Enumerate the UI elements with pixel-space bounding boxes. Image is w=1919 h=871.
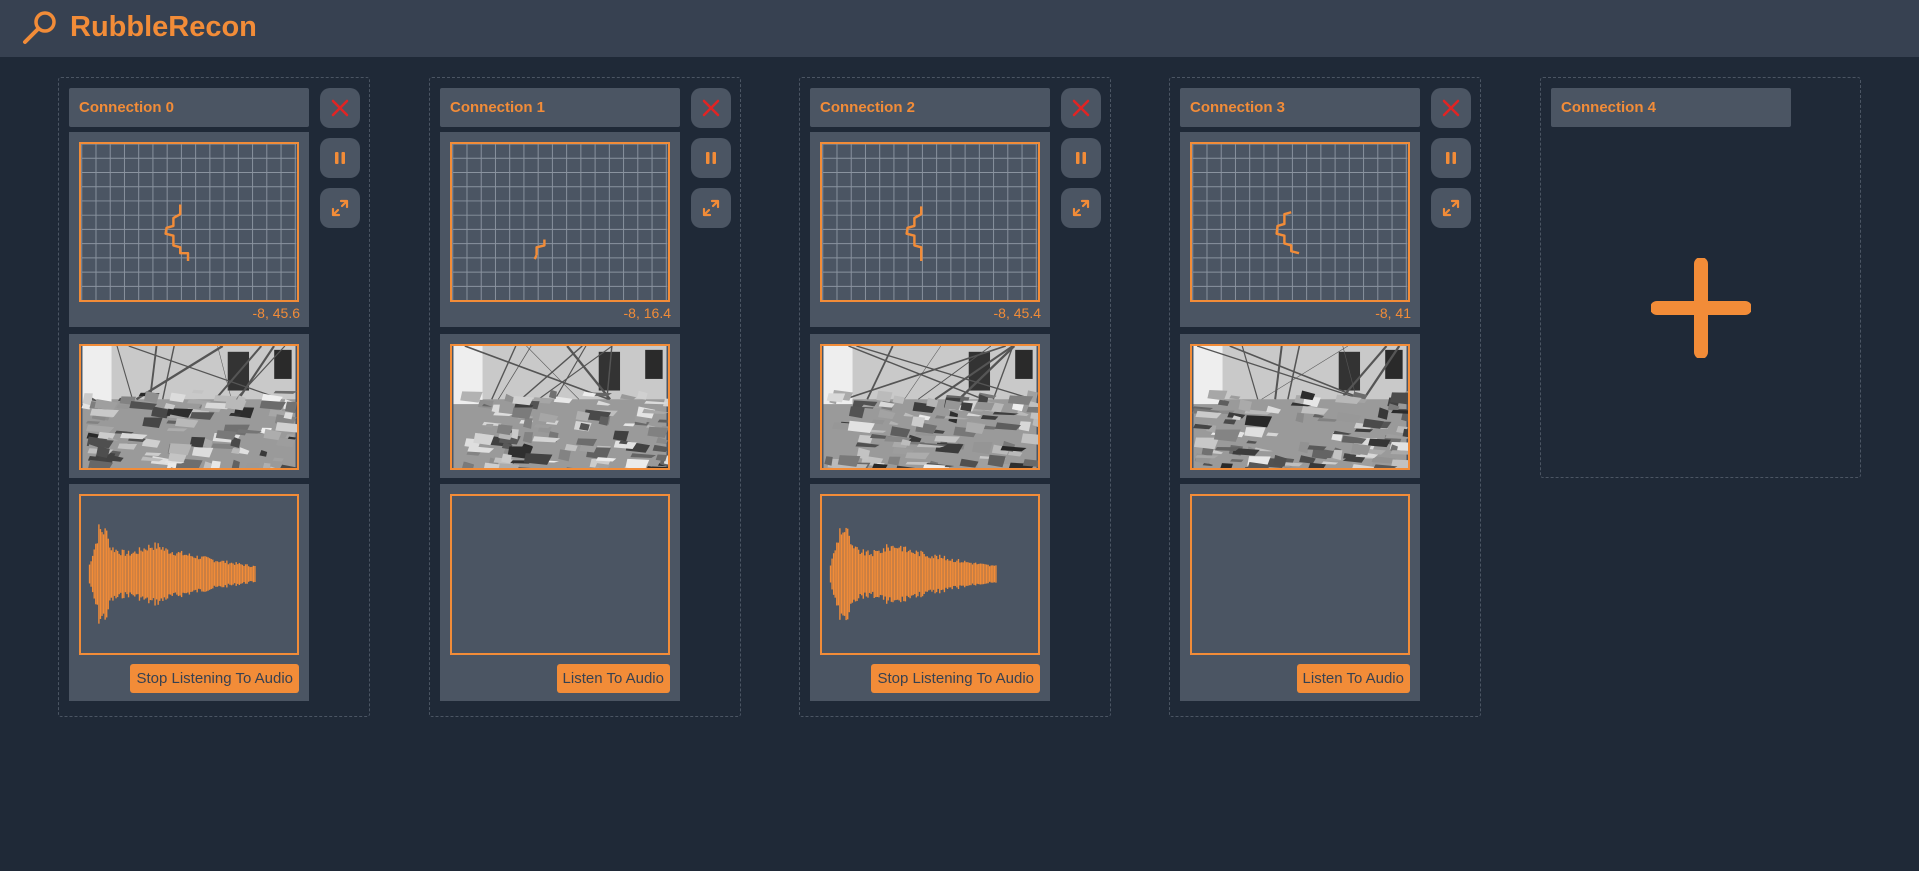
connection-header: Connection 0 bbox=[69, 88, 309, 127]
close-button[interactable] bbox=[691, 88, 731, 128]
path-map[interactable] bbox=[820, 142, 1040, 302]
connection-card-2: Connection 2 -8, 45.4 Stop Listening To … bbox=[799, 77, 1111, 717]
connection-card-3: Connection 3 -8, 41 Listen To Audio bbox=[1169, 77, 1481, 717]
audio-waveform bbox=[820, 494, 1040, 655]
close-icon bbox=[331, 99, 349, 117]
pause-icon bbox=[706, 152, 716, 164]
connection-title: Connection 3 bbox=[1190, 99, 1286, 116]
camera-feed bbox=[450, 344, 670, 470]
connection-card-1: Connection 1 -8, 16.4 Listen To Audio bbox=[429, 77, 741, 717]
expand-button[interactable] bbox=[1061, 188, 1101, 228]
pause-icon bbox=[1446, 152, 1456, 164]
audio-panel: Listen To Audio bbox=[440, 484, 680, 701]
expand-icon bbox=[331, 199, 349, 217]
connection-title: Connection 2 bbox=[820, 99, 916, 116]
connection-header: Connection 4 bbox=[1551, 88, 1791, 127]
audio-panel: Stop Listening To Audio bbox=[69, 484, 309, 701]
expand-button[interactable] bbox=[320, 188, 360, 228]
audio-waveform bbox=[1190, 494, 1410, 655]
map-panel: -8, 45.4 bbox=[810, 132, 1050, 327]
expand-icon bbox=[1442, 199, 1460, 217]
add-connection-card[interactable]: Connection 4 bbox=[1540, 77, 1861, 478]
coordinates-readout: -8, 16.4 bbox=[623, 305, 671, 321]
pause-icon bbox=[335, 152, 345, 164]
connection-card-0: Connection 0 -8, 45.6 Stop Listening To … bbox=[58, 77, 370, 717]
coordinates-readout: -8, 45.6 bbox=[252, 305, 300, 321]
expand-button[interactable] bbox=[1431, 188, 1471, 228]
coordinates-readout: -8, 41 bbox=[1375, 305, 1411, 321]
path-map[interactable] bbox=[450, 142, 670, 302]
expand-icon bbox=[1072, 199, 1090, 217]
expand-icon bbox=[702, 199, 720, 217]
connection-title: Connection 0 bbox=[79, 99, 175, 116]
top-bar: RubbleRecon bbox=[0, 0, 1919, 57]
map-panel: -8, 41 bbox=[1180, 132, 1420, 327]
pause-icon bbox=[1076, 152, 1086, 164]
audio-toggle-button[interactable]: Listen To Audio bbox=[1296, 664, 1410, 693]
connection-title: Connection 1 bbox=[450, 99, 546, 116]
expand-button[interactable] bbox=[691, 188, 731, 228]
camera-feed bbox=[1190, 344, 1410, 470]
close-icon bbox=[1442, 99, 1460, 117]
pause-button[interactable] bbox=[320, 138, 360, 178]
connection-title: Connection 4 bbox=[1561, 99, 1657, 116]
plus-icon[interactable] bbox=[1651, 258, 1751, 358]
audio-panel: Stop Listening To Audio bbox=[810, 484, 1050, 701]
audio-toggle-button[interactable]: Stop Listening To Audio bbox=[871, 664, 1040, 693]
path-map[interactable] bbox=[1190, 142, 1410, 302]
audio-toggle-button[interactable]: Stop Listening To Audio bbox=[130, 664, 299, 693]
close-icon bbox=[1072, 99, 1090, 117]
camera-panel bbox=[810, 334, 1050, 478]
audio-waveform bbox=[79, 494, 299, 655]
camera-panel bbox=[440, 334, 680, 478]
connection-header: Connection 3 bbox=[1180, 88, 1420, 127]
magnifier-icon bbox=[23, 11, 56, 44]
close-icon bbox=[702, 99, 720, 117]
map-panel: -8, 45.6 bbox=[69, 132, 309, 327]
connection-header: Connection 1 bbox=[440, 88, 680, 127]
app-title: RubbleRecon bbox=[70, 11, 257, 43]
camera-panel bbox=[69, 334, 309, 478]
pause-button[interactable] bbox=[1431, 138, 1471, 178]
close-button[interactable] bbox=[320, 88, 360, 128]
map-panel: -8, 16.4 bbox=[440, 132, 680, 327]
camera-feed bbox=[79, 344, 299, 470]
pause-button[interactable] bbox=[1061, 138, 1101, 178]
connection-header: Connection 2 bbox=[810, 88, 1050, 127]
coordinates-readout: -8, 45.4 bbox=[993, 305, 1041, 321]
audio-toggle-button[interactable]: Listen To Audio bbox=[556, 664, 670, 693]
camera-panel bbox=[1180, 334, 1420, 478]
close-button[interactable] bbox=[1431, 88, 1471, 128]
path-map[interactable] bbox=[79, 142, 299, 302]
audio-waveform bbox=[450, 494, 670, 655]
camera-feed bbox=[820, 344, 1040, 470]
audio-panel: Listen To Audio bbox=[1180, 484, 1420, 701]
pause-button[interactable] bbox=[691, 138, 731, 178]
close-button[interactable] bbox=[1061, 88, 1101, 128]
